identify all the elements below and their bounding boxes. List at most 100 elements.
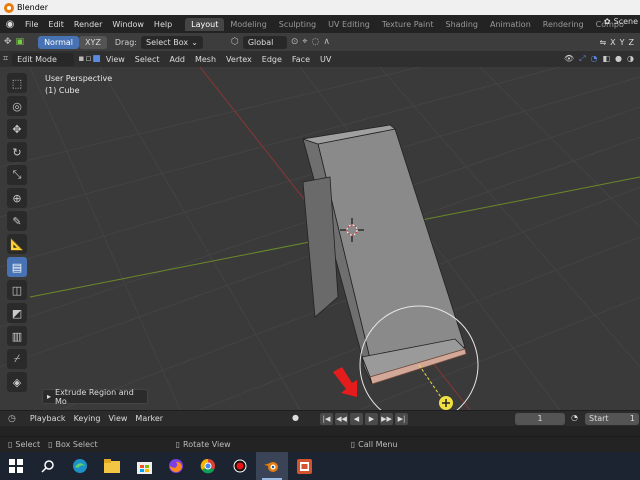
powerpoint-icon[interactable]: [288, 452, 320, 480]
timeline-ruler[interactable]: [0, 426, 640, 436]
move-tool-icon[interactable]: ✥: [7, 119, 27, 139]
record-icon[interactable]: ●: [292, 413, 299, 422]
mouse-left-icon: ▯: [8, 440, 13, 449]
start-frame-field[interactable]: Start 1: [585, 413, 639, 425]
mode-dropdown[interactable]: Edit Mode: [12, 52, 75, 66]
mouse-drag-icon: ▯: [48, 440, 53, 449]
bevel-tool-icon[interactable]: ◩: [7, 303, 27, 323]
tab-animation[interactable]: Animation: [484, 18, 537, 31]
menu-edit[interactable]: Edit: [43, 20, 69, 29]
face-select-icon[interactable]: ■: [92, 54, 101, 64]
tab-layout[interactable]: Layout: [185, 17, 225, 31]
screen-recorder-icon[interactable]: [224, 452, 256, 480]
mode-normal-button[interactable]: Normal: [38, 35, 80, 49]
menu-mesh[interactable]: Mesh: [190, 55, 221, 64]
tab-shading[interactable]: Shading: [439, 18, 484, 31]
play-reverse-icon[interactable]: ◀: [350, 413, 363, 425]
transform-icon[interactable]: ✥: [4, 37, 12, 47]
window-titlebar: Blender: [0, 0, 640, 15]
mirror-x-toggle[interactable]: X: [610, 38, 615, 47]
windows-start-icon[interactable]: [0, 452, 32, 480]
status-box-select: ▯ Box Select: [48, 440, 98, 449]
menu-keying[interactable]: Keying: [70, 414, 105, 423]
pivot-icon[interactable]: ⬡: [231, 37, 239, 47]
play-icon[interactable]: ▶: [365, 413, 378, 425]
mesh-object[interactable]: [302, 124, 467, 385]
menu-vertex[interactable]: Vertex: [221, 55, 257, 64]
xray-icon[interactable]: ◧: [602, 54, 610, 64]
mirror-y-toggle[interactable]: Y: [620, 38, 625, 47]
menu-face[interactable]: Face: [287, 55, 315, 64]
blender-taskbar-icon[interactable]: [256, 452, 288, 480]
edge-select-icon[interactable]: ▫: [85, 54, 91, 64]
next-keyframe-icon[interactable]: ▶▶: [380, 413, 393, 425]
scene-selector[interactable]: ✿ Scene: [604, 17, 638, 26]
mode-xyz-button[interactable]: XYZ: [79, 35, 107, 49]
menu-select[interactable]: Select: [130, 55, 165, 64]
menu-uv[interactable]: UV: [315, 55, 336, 64]
poly-build-tool-icon[interactable]: ◈: [7, 372, 27, 392]
mirror-z-toggle[interactable]: Z: [629, 38, 634, 47]
proportional-edit-icon[interactable]: ◌: [311, 37, 319, 47]
annotate-tool-icon[interactable]: ✎: [7, 211, 27, 231]
tab-sculpting[interactable]: Sculpting: [273, 18, 322, 31]
menu-timeline-view[interactable]: View: [104, 414, 131, 423]
drag-dropdown[interactable]: Select Box ⌄: [141, 35, 203, 49]
menu-render[interactable]: Render: [69, 20, 107, 29]
falloff-icon[interactable]: ∧: [323, 37, 330, 47]
tab-texture-paint[interactable]: Texture Paint: [376, 18, 440, 31]
select-box-tool-icon[interactable]: ⬚: [7, 73, 27, 93]
top-menubar: ◉ File Edit Render Window Help Layout Mo…: [0, 15, 640, 33]
gizmo-icon[interactable]: ⤢: [579, 54, 585, 64]
shading-solid-icon[interactable]: ●: [615, 54, 622, 64]
search-icon[interactable]: [32, 452, 64, 480]
blender-menu-icon[interactable]: ◉: [0, 19, 20, 30]
scale-tool-icon[interactable]: ⤡: [7, 165, 27, 185]
tab-rendering[interactable]: Rendering: [537, 18, 590, 31]
knife-tool-icon[interactable]: ⌿: [7, 349, 27, 369]
transform-tool-icon[interactable]: ⊕: [7, 188, 27, 208]
mouse-right-icon: ▯: [350, 440, 356, 449]
active-tool-icon[interactable]: ▣: [16, 37, 25, 47]
measure-tool-icon[interactable]: 📐: [7, 234, 27, 254]
menu-help[interactable]: Help: [149, 20, 177, 29]
menu-window[interactable]: Window: [107, 20, 149, 29]
prev-keyframe-icon[interactable]: ◀◀: [335, 413, 348, 425]
overlay-icon[interactable]: ◔: [590, 54, 597, 64]
tab-modeling[interactable]: Modeling: [224, 18, 272, 31]
jump-start-icon[interactable]: |◀: [320, 413, 333, 425]
chrome-icon[interactable]: [192, 452, 224, 480]
tab-uv-editing[interactable]: UV Editing: [322, 18, 376, 31]
menu-playback[interactable]: Playback: [26, 414, 70, 423]
snap-icon[interactable]: ⌖: [302, 37, 307, 47]
editor-type-icon[interactable]: ⌗: [3, 54, 8, 64]
timeline-editor-icon[interactable]: ◷: [8, 414, 16, 424]
3d-viewport[interactable]: User Perspective (1) Cube ⬚ ◎ ✥ ↻ ⤡ ⊕ ✎ …: [0, 67, 640, 410]
pivot-point-icon[interactable]: ⊙: [291, 37, 299, 47]
menu-marker[interactable]: Marker: [131, 414, 167, 423]
shading-material-icon[interactable]: ◑: [627, 54, 634, 64]
extrude-tool-icon[interactable]: ▤: [7, 257, 27, 277]
menu-view[interactable]: View: [101, 55, 130, 64]
frame-clock-icon[interactable]: ◔: [571, 413, 578, 422]
current-frame-field[interactable]: 1: [515, 413, 565, 425]
operator-panel[interactable]: ▸ Extrude Region and Mo: [42, 388, 148, 406]
menu-add[interactable]: Add: [164, 55, 190, 64]
extrude-gizmo-plus-icon[interactable]: [439, 396, 453, 410]
cursor-tool-icon[interactable]: ◎: [7, 96, 27, 116]
inset-tool-icon[interactable]: ◫: [7, 280, 27, 300]
firefox-icon[interactable]: [160, 452, 192, 480]
loop-cut-tool-icon[interactable]: ▥: [7, 326, 27, 346]
chevron-down-icon: ⌄: [191, 37, 198, 47]
visibility-icon[interactable]: 👁: [564, 54, 574, 64]
menu-edge[interactable]: Edge: [257, 55, 287, 64]
orientation-dropdown[interactable]: Global: [242, 35, 287, 49]
vertex-select-icon[interactable]: ▪: [78, 54, 84, 64]
file-explorer-icon[interactable]: [96, 452, 128, 480]
menu-file[interactable]: File: [20, 20, 43, 29]
jump-end-icon[interactable]: ▶|: [395, 413, 408, 425]
edge-browser-icon[interactable]: [64, 452, 96, 480]
timeline-header: ◷ Playback Keying View Marker ● |◀ ◀◀ ◀ …: [0, 410, 640, 426]
store-icon[interactable]: [128, 452, 160, 480]
rotate-tool-icon[interactable]: ↻: [7, 142, 27, 162]
